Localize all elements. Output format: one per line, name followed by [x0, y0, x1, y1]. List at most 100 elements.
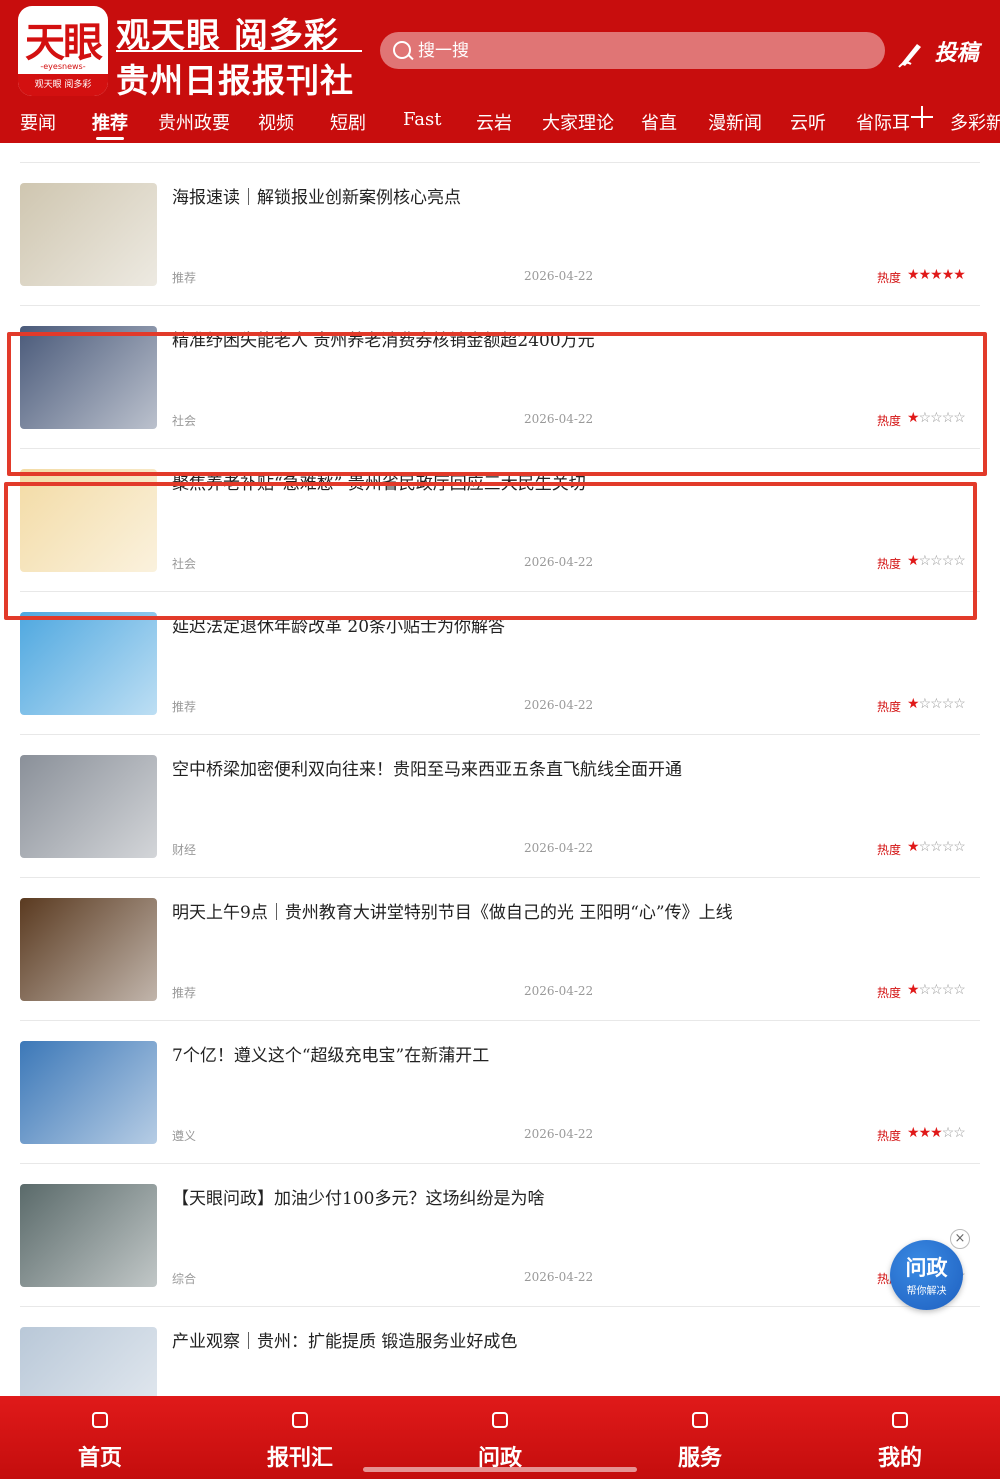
heat-label: 热度: [877, 1129, 902, 1143]
star-filled-icon: ★: [930, 1125, 943, 1141]
news-item[interactable]: 海报速读｜解锁报业创新案例核心亮点 推荐 2026-04-22 热度 ★★★★★: [0, 163, 1000, 306]
news-title[interactable]: 产业观察｜贵州：扩能提质 锻造服务业好成色: [172, 1327, 972, 1352]
float-button-subtitle: 帮你解决: [906, 1286, 947, 1297]
news-date: 2026-04-22: [524, 984, 594, 998]
tab-8[interactable]: 省直: [641, 109, 677, 135]
star-empty-icon: ☆: [941, 982, 955, 998]
news-thumbnail[interactable]: [20, 1041, 157, 1144]
tab-12[interactable]: 多彩新: [950, 109, 1000, 135]
star-filled-icon: ★: [907, 696, 920, 712]
home-indicator: [363, 1467, 637, 1472]
star-empty-icon: ☆: [918, 696, 932, 712]
tab-2[interactable]: 贵州政要: [158, 109, 230, 135]
news-item[interactable]: 聚焦养老补贴“急难愁” 贵州省民政厅回应三大民生关切 社会 2026-04-22 热度…: [0, 449, 1000, 592]
news-thumbnail[interactable]: [20, 469, 157, 572]
news-thumbnail[interactable]: [20, 898, 157, 1001]
star-filled-icon: ★: [953, 267, 966, 283]
tab-3[interactable]: 视频: [258, 109, 294, 135]
news-title[interactable]: 【天眼问政】加油少付100多元？这场纠纷是为啥: [172, 1184, 972, 1209]
heat-rating: ★☆☆☆☆: [907, 982, 966, 998]
bottom-nav-item-3[interactable]: 服务: [640, 1396, 760, 1479]
news-item[interactable]: 精准纾困失能老人 贵州养老消费券核销金额超2400万元 社会 2026-04-22 热…: [0, 306, 1000, 449]
news-thumbnail[interactable]: [20, 1327, 157, 1396]
bottom-nav-label: 报刊汇: [266, 1446, 333, 1471]
star-empty-icon: ☆: [918, 839, 932, 855]
heat-rating: ★★★☆☆: [907, 1125, 966, 1141]
search-bar[interactable]: [380, 32, 885, 69]
news-item[interactable]: 推荐2026-04-22热度★★★☆☆: [0, 143, 1000, 163]
bottom-nav-item-1[interactable]: 报刊汇: [240, 1396, 360, 1479]
star-empty-icon: ☆: [930, 982, 943, 998]
bottom-nav-label: 我的: [877, 1446, 922, 1471]
news-item[interactable]: 【天眼问政】加油少付100多元？这场纠纷是为啥综合2026-04-22热度★☆☆…: [0, 1164, 1000, 1307]
news-item[interactable]: 明天上午9点｜贵州教育大讲堂特别节目《做自己的光 王阳明“心”传》上线推荐 202…: [0, 878, 1000, 1021]
star-filled-icon: ★: [907, 1125, 920, 1141]
heat-rating: ★☆☆☆☆: [907, 410, 966, 426]
star-filled-icon: ★: [907, 553, 920, 569]
star-empty-icon: ☆: [930, 839, 943, 855]
brand-divider: [116, 50, 362, 52]
tab-4[interactable]: 短剧: [330, 109, 366, 135]
star-empty-icon: ☆: [941, 1125, 955, 1141]
news-thumbnail[interactable]: [20, 755, 157, 858]
news-thumbnail[interactable]: [20, 183, 157, 286]
star-empty-icon: ☆: [918, 553, 932, 569]
tab-1[interactable]: 推荐: [92, 109, 128, 140]
service-icon: [692, 1412, 708, 1428]
star-filled-icon: ★: [907, 410, 920, 426]
heat-label: 热度: [877, 843, 902, 857]
news-title[interactable]: 精准纾困失能老人 贵州养老消费券核销金额超2400万元: [172, 326, 972, 351]
star-filled-icon: ★: [918, 267, 932, 283]
news-item[interactable]: 空中桥梁加密便利双向往来！贵阳至马来西亚五条直飞航线全面开通 财经 2026-04-…: [0, 735, 1000, 878]
news-category: 遵义: [172, 1129, 197, 1143]
news-thumbnail[interactable]: [20, 326, 157, 429]
star-empty-icon: ☆: [918, 982, 932, 998]
bottom-nav-label: 首页: [77, 1446, 122, 1471]
channel-tabs: 要闻 推荐 贵州政要 视频 短剧 Fast 云岩 大家理论 省直 漫新闻 云听 省际耳 多彩新: [0, 105, 1000, 143]
star-empty-icon: ☆: [941, 553, 955, 569]
news-item[interactable]: 7个亿！遵义这个“超级充电宝”在新蒲开工 遵义 2026-04-22 热度 ★★★☆☆: [0, 1021, 1000, 1164]
news-thumbnail[interactable]: [20, 612, 157, 715]
news-title[interactable]: 7个亿！遵义这个“超级充电宝”在新蒲开工: [172, 1041, 972, 1066]
news-category: 社会: [172, 557, 197, 571]
star-empty-icon: ☆: [941, 410, 955, 426]
submit-label: 投稿: [934, 41, 979, 66]
app-logo[interactable]: 天眼 -eyesnews- 观天眼 阅多彩: [18, 6, 108, 96]
search-input[interactable]: [418, 32, 868, 69]
tab-7[interactable]: 大家理论: [542, 109, 614, 135]
news-title[interactable]: 延迟法定退休年龄改革 20条小贴士为你解答: [172, 612, 972, 637]
tab-10[interactable]: 云听: [790, 109, 826, 135]
tab-5[interactable]: Fast: [403, 109, 441, 130]
news-title[interactable]: 聚焦养老补贴“急难愁” 贵州省民政厅回应三大民生关切: [172, 469, 972, 494]
tab-0[interactable]: 要闻: [20, 109, 56, 135]
heat-label: 热度: [877, 986, 902, 1000]
heat-label: 热度: [877, 700, 902, 714]
news-item[interactable]: 产业观察｜贵州：扩能提质 锻造服务业好成色: [0, 1307, 1000, 1396]
news-date: 2026-04-22: [524, 1127, 594, 1141]
heat-rating: ★☆☆☆☆: [907, 553, 966, 569]
star-filled-icon: ★: [930, 267, 943, 283]
news-category: 综合: [172, 1272, 197, 1286]
tab-9[interactable]: 漫新闻: [708, 109, 762, 135]
tab-6[interactable]: 云岩: [476, 109, 512, 135]
news-date: 2026-04-22: [524, 698, 594, 712]
news-thumbnail[interactable]: [20, 1184, 157, 1287]
star-empty-icon: ☆: [930, 696, 943, 712]
close-icon[interactable]: ×: [950, 1229, 970, 1249]
star-empty-icon: ☆: [953, 696, 966, 712]
add-channel-icon[interactable]: [911, 106, 933, 128]
wenzheng-float-button[interactable]: 问政 帮你解决: [890, 1240, 963, 1310]
star-empty-icon: ☆: [953, 1125, 966, 1141]
float-button-title: 问政: [905, 1256, 948, 1280]
bottom-nav-label: 服务: [677, 1446, 722, 1471]
news-title[interactable]: 空中桥梁加密便利双向往来！贵阳至马来西亚五条直飞航线全面开通: [172, 755, 972, 780]
news-title[interactable]: 海报速读｜解锁报业创新案例核心亮点: [172, 183, 972, 208]
news-date: 2026-04-22: [524, 1270, 594, 1284]
submit-article-button[interactable]: 投稿: [897, 35, 979, 68]
news-title[interactable]: 明天上午9点｜贵州教育大讲堂特别节目《做自己的光 王阳明“心”传》上线: [172, 898, 972, 923]
news-item[interactable]: 延迟法定退休年龄改革 20条小贴士为你解答 推荐 2026-04-22 热度 ★☆☆☆☆: [0, 592, 1000, 735]
news-category: 推荐: [172, 986, 197, 1000]
bottom-nav-item-4[interactable]: 我的: [840, 1396, 960, 1479]
bottom-nav-item-0[interactable]: 首页: [40, 1396, 160, 1479]
tab-11[interactable]: 省际耳: [856, 109, 910, 135]
